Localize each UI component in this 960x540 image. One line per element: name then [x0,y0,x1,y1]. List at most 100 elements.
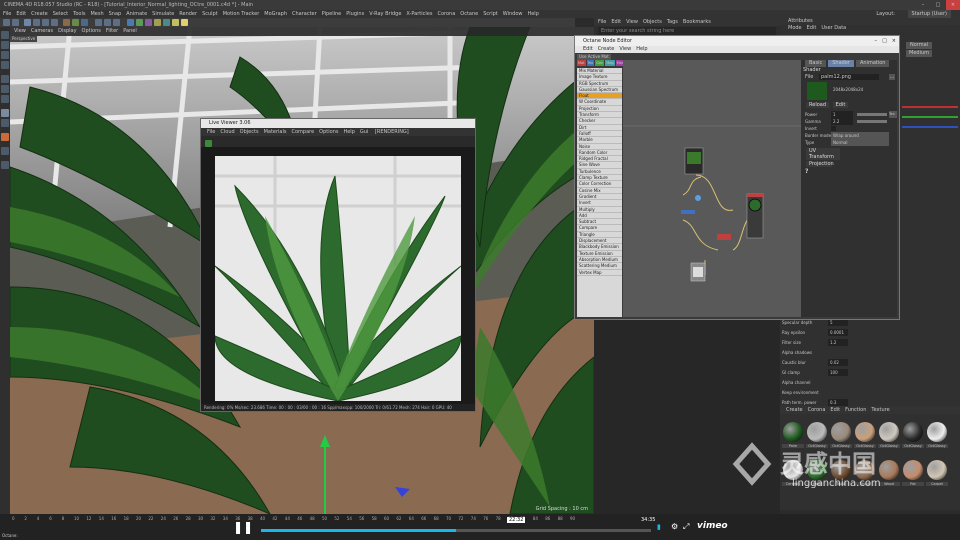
help-icon[interactable]: ? [801,168,897,175]
ne-minimize-icon[interactable]: – [875,36,878,46]
z-axis-icon[interactable] [81,19,88,26]
menu-render[interactable]: Render [179,11,197,17]
socket-icon[interactable] [695,195,701,201]
menu-motion-tracker[interactable]: Motion Tracker [223,11,260,17]
om-menu-edit[interactable]: Edit [611,19,621,25]
mm-menu-texture[interactable]: Texture [871,407,889,413]
menu-create[interactable]: Create [31,11,48,17]
snapping-icon[interactable] [1,133,9,141]
light-icon[interactable] [181,19,188,26]
tab-shader[interactable]: Shader [828,60,854,67]
fullscreen-icon[interactable]: ⤢ [683,522,689,532]
render-picture-viewer-icon[interactable] [104,19,111,26]
menu-plugins[interactable]: Plugins [346,11,364,17]
close-icon[interactable]: × [946,0,960,10]
redo-icon[interactable] [12,19,19,26]
param-value[interactable]: 0.3 [828,399,848,406]
maximize-icon[interactable]: □ [931,0,945,10]
subdivision-icon[interactable] [136,19,143,26]
attr-value[interactable]: 2.2 [831,118,853,125]
medium-dropdown[interactable]: Medium [906,50,932,57]
ne-menu-edit[interactable]: Edit [583,46,593,52]
move-icon[interactable] [33,19,40,26]
tab-basic[interactable]: Basic [805,60,827,67]
viewport-menu-cameras[interactable]: Cameras [31,28,53,34]
viewport-menu-panel[interactable]: Panel [123,28,137,34]
attr-value[interactable]: 1 [831,111,853,118]
menu-script[interactable]: Script [483,11,498,17]
menu-corona[interactable]: Corona [437,11,455,17]
ne-maximize-icon[interactable]: □ [882,36,887,46]
edges-mode-icon[interactable] [1,85,9,93]
minimize-icon[interactable]: – [916,0,930,10]
tab-map[interactable]: Map [605,60,615,66]
points-mode-icon[interactable] [1,75,9,83]
y-axis-icon[interactable] [72,19,79,26]
model-mode-icon[interactable] [1,41,9,49]
tab-mat[interactable]: Mat [577,60,586,66]
menu-help[interactable]: Help [527,11,538,17]
material-swatch[interactable]: Carpet [926,458,948,492]
deformer-icon[interactable] [154,19,161,26]
param-value[interactable]: 0.0001 [828,329,848,336]
power-slider[interactable] [857,113,887,116]
planar-workplane-icon[interactable] [1,161,9,169]
tab-gen[interactable]: Gen [595,60,605,66]
attr-menu-user-data[interactable]: User Data [821,25,846,31]
menu-sculpt[interactable]: Sculpt [202,11,218,17]
om-menu-bookmarks[interactable]: Bookmarks [683,19,711,25]
scene-icon[interactable] [163,19,170,26]
menu-window[interactable]: Window [503,11,523,17]
ne-close-icon[interactable]: × [892,36,896,46]
lv-menu-compare[interactable]: Compare [291,129,314,135]
lv-menu-materials[interactable]: Materials [264,129,287,135]
om-menu-objects[interactable]: Objects [643,19,662,25]
menu-mesh[interactable]: Mesh [90,11,103,17]
live-select-icon[interactable] [24,19,31,26]
tab-tex[interactable]: Tex [586,60,595,66]
color-slider-green[interactable] [902,116,958,118]
menu-snap[interactable]: Snap [109,11,122,17]
render-settings-icon[interactable] [113,19,120,26]
menu-edit[interactable]: Edit [16,11,26,17]
edit-button[interactable]: Edit [832,102,849,108]
lv-menu-cloud[interactable]: Cloud [220,129,234,135]
tweak-mode-icon[interactable] [1,119,9,127]
render-view-icon[interactable] [95,19,102,26]
progress-track[interactable] [261,529,651,532]
om-menu-file[interactable]: File [598,19,606,25]
menu-vray-bridge[interactable]: V-Ray Bridge [369,11,401,17]
lv-menu-options[interactable]: Options [319,129,338,135]
viewport-menu-filter[interactable]: Filter [106,28,118,34]
param-value[interactable]: 1.2 [828,339,848,346]
send-scene-icon[interactable] [205,140,212,147]
make-editable-icon[interactable] [1,31,9,39]
node-canvas[interactable] [623,60,801,317]
polygons-mode-icon[interactable] [1,95,9,103]
ne-menu-view[interactable]: View [619,46,631,52]
lv-menu-gui[interactable]: Gui [360,129,368,135]
mm-menu-create[interactable]: Create [786,407,803,413]
menu-mograph[interactable]: MoGraph [264,11,287,17]
attr-menu-mode[interactable]: Mode [788,25,802,31]
menu-animate[interactable]: Animate [126,11,147,17]
param-value[interactable]: 100 [828,369,848,376]
normal-dropdown[interactable]: Normal [906,42,932,49]
lv-menu-help[interactable]: Help [343,129,354,135]
color-slider-blue[interactable] [902,126,958,128]
camera-icon[interactable] [172,19,179,26]
reload-button[interactable]: Reload [806,102,830,108]
gamma-slider[interactable] [857,120,887,123]
param-value[interactable]: 0.02 [828,359,848,366]
vimeo-logo[interactable]: vimeo [697,521,728,531]
viewport-menu-view[interactable]: View [14,28,26,34]
axis-mode-icon[interactable] [1,109,9,117]
layout-dropdown[interactable]: Startup (User) [907,10,951,18]
menu-pipeline[interactable]: Pipeline [322,11,342,17]
tex-button[interactable]: Tex [889,111,897,118]
browse-icon[interactable]: … [889,74,895,80]
menu-select[interactable]: Select [53,11,68,17]
menu-octane[interactable]: Octane [460,11,478,17]
node-list-item[interactable]: Vertex Map [577,270,622,276]
lv-menu-objects[interactable]: Objects [240,129,259,135]
